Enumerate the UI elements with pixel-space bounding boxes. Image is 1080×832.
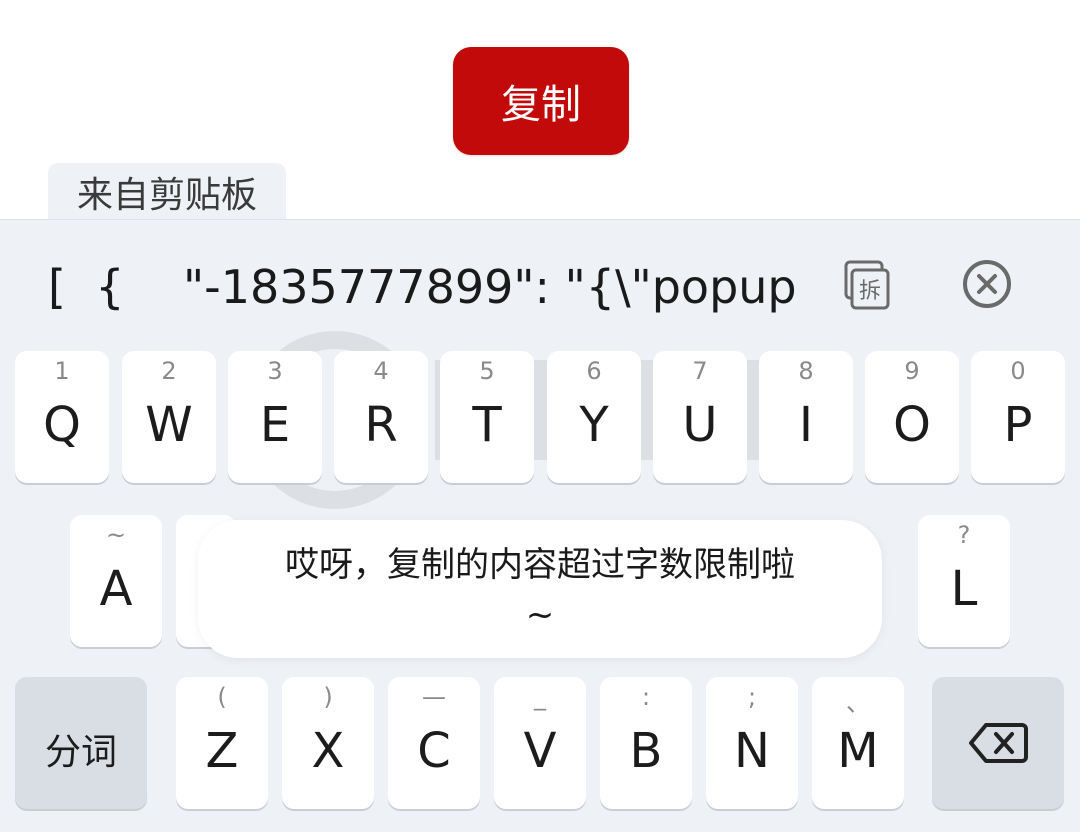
toast-message: 哎呀，复制的内容超过字数限制啦 ~	[198, 520, 882, 658]
key-hint: 5	[479, 357, 495, 385]
key-hint: 8	[798, 357, 814, 385]
key-letter: Y	[579, 397, 609, 453]
screen: 复制 来自剪贴板 [ { "-1835777899": "{\"popup 拆	[0, 0, 1080, 832]
toast-line-1: 哎呀，复制的内容超过字数限制啦	[285, 545, 795, 585]
key-hint: _	[534, 683, 546, 711]
key-o[interactable]: 9O	[865, 351, 959, 483]
key-hint: )	[323, 683, 333, 711]
svg-text:拆: 拆	[859, 279, 881, 304]
key-letter: C	[417, 723, 451, 779]
key-l[interactable]: ? L	[918, 515, 1010, 647]
key-u[interactable]: 7U	[653, 351, 747, 483]
key-letter: N	[734, 723, 770, 779]
key-t[interactable]: 5T	[440, 351, 534, 483]
key-hint: 4	[373, 357, 389, 385]
key-i[interactable]: 8I	[759, 351, 853, 483]
key-e[interactable]: 3E	[228, 351, 322, 483]
backspace-icon	[969, 723, 1028, 763]
key-letter: Q	[43, 397, 81, 453]
key-x[interactable]: ) X	[282, 677, 374, 809]
key-m[interactable]: 、 M	[812, 677, 904, 809]
key-n[interactable]: ; N	[706, 677, 798, 809]
toast-line-2: ~	[525, 595, 555, 635]
key-letter: U	[682, 397, 718, 453]
key-z[interactable]: (Z	[176, 677, 268, 809]
key-letter: O	[893, 397, 931, 453]
key-hint: ~	[105, 521, 127, 549]
key-hint: 0	[1010, 357, 1026, 385]
key-letter: B	[629, 723, 663, 779]
key-p[interactable]: 0P	[971, 351, 1065, 483]
key-y[interactable]: 6Y	[547, 351, 641, 483]
key-letter: M	[837, 723, 879, 779]
key-letter: L	[950, 561, 978, 617]
key-b[interactable]: :B	[600, 677, 692, 809]
clipboard-content[interactable]: [ { "-1835777899": "{\"popup	[48, 252, 800, 322]
key-q[interactable]: 1Q	[15, 351, 109, 483]
key-hint: —	[422, 683, 446, 711]
key-hint: ?	[957, 521, 971, 549]
key-letter: R	[364, 397, 398, 453]
key-letter: X	[311, 723, 345, 779]
key-letter: I	[798, 397, 814, 453]
clipboard-tab: 来自剪贴板	[48, 163, 286, 220]
key-hint: 1	[54, 357, 70, 385]
key-letter: V	[523, 723, 557, 779]
key-c[interactable]: — C	[388, 677, 480, 809]
key-hint: ;	[747, 683, 757, 711]
key-letter: A	[99, 561, 133, 617]
key-hint: 7	[692, 357, 708, 385]
key-letter: E	[259, 397, 291, 453]
key-hint: 、	[846, 689, 870, 717]
close-circle-icon[interactable]	[960, 257, 1014, 311]
copy-button[interactable]: 复制	[453, 47, 629, 155]
key-letter: P	[1003, 397, 1033, 453]
key-letter: W	[145, 397, 193, 453]
key-letter: T	[472, 397, 502, 453]
key-hint: (	[217, 683, 227, 711]
key-hint: :	[641, 683, 651, 711]
key-hint: 2	[161, 357, 177, 385]
key-hint: 9	[904, 357, 920, 385]
key-hint: 3	[267, 357, 283, 385]
key-a[interactable]: ~ A	[70, 515, 162, 647]
split-text-icon[interactable]: 拆	[838, 258, 892, 312]
segment-key[interactable]: 分词	[15, 677, 147, 809]
key-r[interactable]: 4R	[334, 351, 428, 483]
key-letter: Z	[205, 723, 239, 779]
key-v[interactable]: _ V	[494, 677, 586, 809]
segment-key-label: 分词	[44, 732, 117, 773]
key-hint: 6	[586, 357, 602, 385]
clipboard-bar: [ { "-1835777899": "{\"popup 拆	[0, 220, 1080, 350]
key-w[interactable]: 2W	[122, 351, 216, 483]
backspace-key[interactable]	[932, 677, 1064, 809]
